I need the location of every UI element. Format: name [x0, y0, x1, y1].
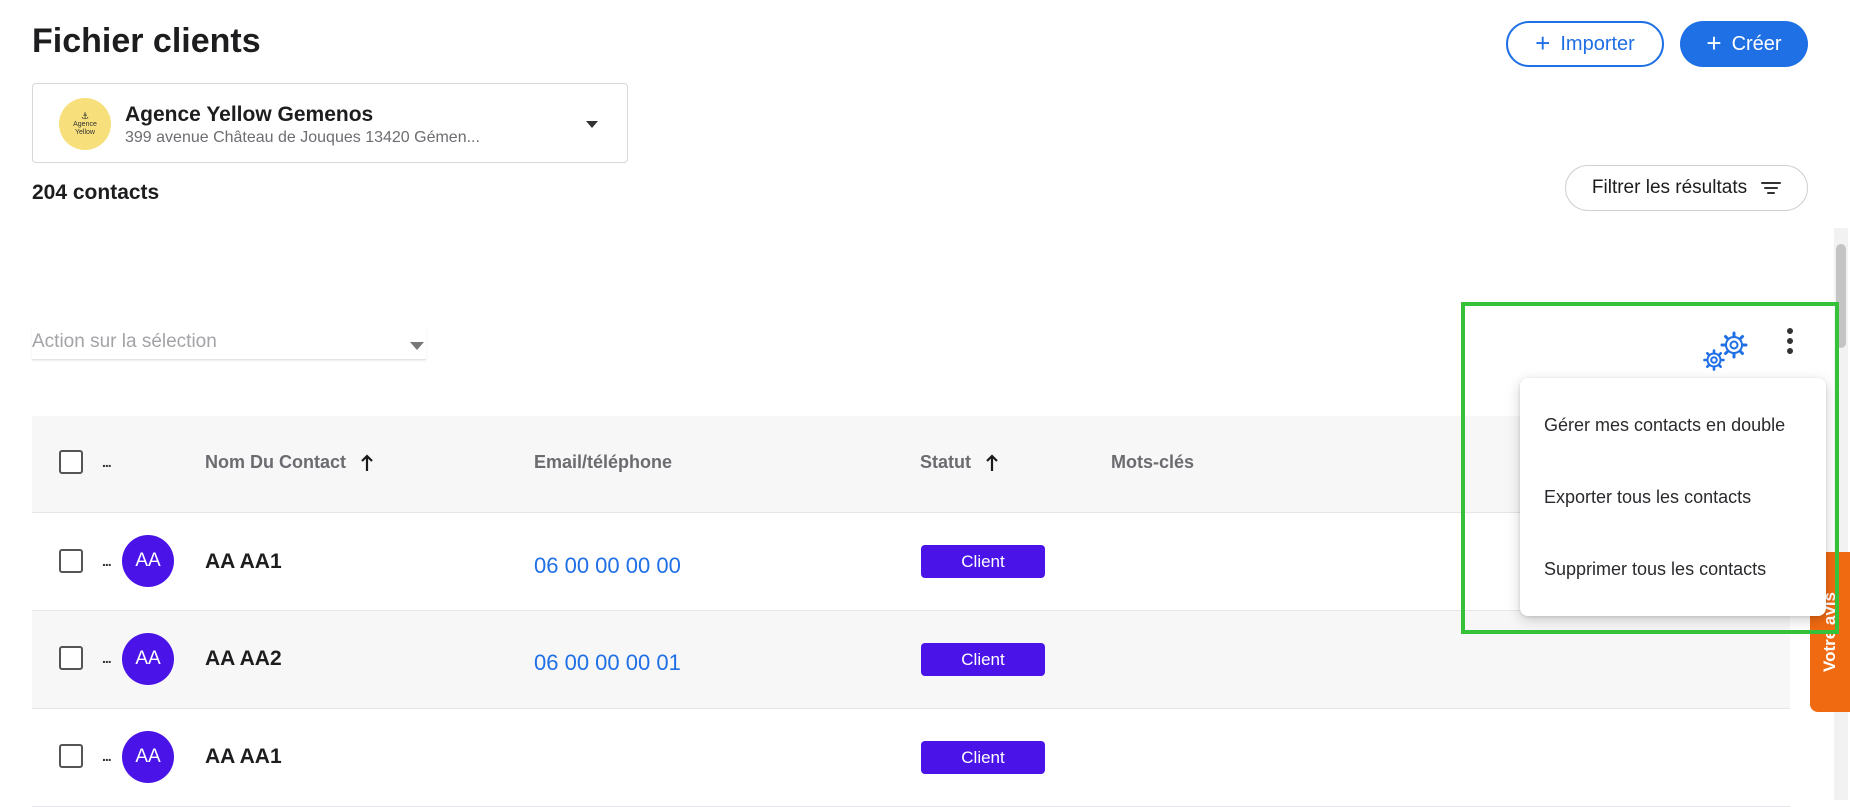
- row-more[interactable]: ...: [102, 553, 112, 569]
- scrollbar-thumb[interactable]: [1836, 244, 1846, 348]
- create-button-label: Créer: [1731, 32, 1782, 55]
- selection-action-placeholder: Action sur la sélection: [32, 331, 217, 352]
- column-header-email-phone: Email/téléphone: [534, 452, 672, 473]
- select-all-checkbox[interactable]: [59, 450, 83, 474]
- plus-icon: +: [1535, 28, 1551, 58]
- plus-icon: +: [1706, 28, 1722, 58]
- column-header-keywords: Mots-clés: [1111, 452, 1194, 473]
- create-button[interactable]: + Créer: [1680, 21, 1808, 67]
- sort-up-icon: [986, 453, 998, 471]
- filter-icon: [1761, 181, 1782, 195]
- agency-address: 399 avenue Château de Jouques 13420 Géme…: [125, 129, 480, 146]
- status-badge: Client: [921, 545, 1045, 578]
- avatar: AA: [122, 535, 174, 587]
- caret-down-icon: [410, 342, 424, 350]
- column-header-name-label: Nom Du Contact: [205, 452, 346, 472]
- contact-phone[interactable]: 06 00 00 00 00: [534, 553, 681, 579]
- column-header-status-label: Statut: [920, 452, 971, 472]
- agency-logo-line2: Yellow: [75, 128, 95, 136]
- logo-icon: ⚓: [80, 110, 90, 121]
- table-row[interactable]: ... AA AA AA1 Client: [32, 709, 1790, 807]
- row-more[interactable]: ...: [102, 748, 112, 764]
- contact-name[interactable]: AA AA2: [205, 647, 282, 671]
- more-options-menu: Gérer mes contacts en double Exporter to…: [1520, 378, 1826, 616]
- contact-name[interactable]: AA AA1: [205, 550, 282, 574]
- agency-logo-line1: Agence: [73, 121, 97, 129]
- row-checkbox[interactable]: [59, 646, 83, 670]
- page-title: Fichier clients: [32, 22, 261, 60]
- filter-results-label: Filtrer les résultats: [1591, 177, 1748, 198]
- column-header-email-phone-label: Email/téléphone: [534, 452, 673, 472]
- table-row[interactable]: ... AA AA AA2 06 00 00 00 01 Client: [32, 611, 1790, 709]
- column-header-keywords-label: Mots-clés: [1111, 452, 1195, 472]
- gears-icon[interactable]: [1700, 330, 1750, 374]
- sort-up-icon: [361, 453, 373, 471]
- menu-item-delete-all[interactable]: Supprimer tous les contacts: [1520, 533, 1826, 605]
- contact-name[interactable]: AA AA1: [205, 745, 282, 769]
- import-button[interactable]: + Importer: [1506, 21, 1664, 67]
- contact-phone[interactable]: 06 00 00 00 01: [534, 650, 681, 676]
- column-header-status[interactable]: Statut: [920, 452, 999, 473]
- more-options-icon[interactable]: [1780, 326, 1800, 356]
- selection-action-select[interactable]: Action sur la sélection: [32, 328, 426, 360]
- avatar: AA: [122, 633, 174, 685]
- menu-item-export-all[interactable]: Exporter tous les contacts: [1520, 461, 1826, 533]
- avatar: AA: [122, 731, 174, 783]
- row-more[interactable]: ...: [102, 650, 112, 666]
- menu-item-manage-duplicates[interactable]: Gérer mes contacts en double: [1520, 389, 1826, 461]
- agency-name: Agence Yellow Gemenos: [125, 103, 374, 126]
- row-checkbox[interactable]: [59, 744, 83, 768]
- status-badge: Client: [921, 643, 1045, 676]
- status-badge: Client: [921, 741, 1045, 774]
- agency-logo: ⚓ Agence Yellow: [59, 98, 111, 150]
- import-button-label: Importer: [1560, 32, 1635, 55]
- caret-down-icon[interactable]: [586, 121, 598, 128]
- filter-results-button[interactable]: Filtrer les résultats: [1565, 165, 1808, 211]
- row-checkbox[interactable]: [59, 549, 83, 573]
- agency-selector[interactable]: ⚓ Agence Yellow Agence Yellow Gemenos 39…: [32, 83, 628, 163]
- more-column-header: ...: [102, 454, 112, 470]
- contacts-count: 204 contacts: [32, 181, 160, 204]
- column-header-name[interactable]: Nom Du Contact: [205, 452, 374, 473]
